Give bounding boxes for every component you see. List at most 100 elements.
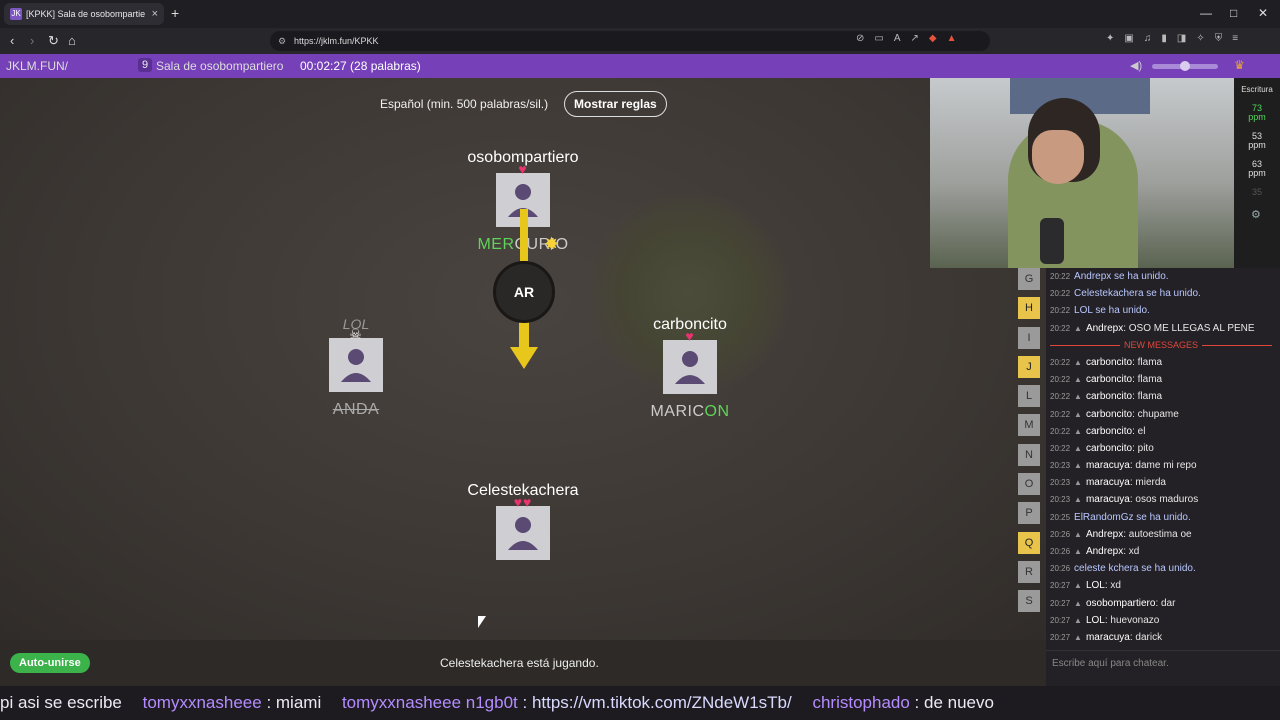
user-icon: ▲ bbox=[1074, 392, 1082, 402]
word-match: ON bbox=[704, 403, 730, 420]
chat-text: : darick bbox=[1129, 631, 1163, 643]
tab-close-icon[interactable]: × bbox=[152, 8, 158, 20]
chat-time: 20:22 bbox=[1050, 357, 1071, 367]
chat-message: 20:22 LOL se ha unido. bbox=[1050, 302, 1272, 319]
chat-message: 20:22 ▲ carboncito: flama bbox=[1050, 354, 1272, 371]
chat-time: 20:26 bbox=[1050, 529, 1071, 539]
chat-time: 20:22 bbox=[1050, 409, 1071, 419]
show-rules-button[interactable]: Mostrar reglas bbox=[564, 91, 667, 117]
music-icon[interactable]: ♫ bbox=[1144, 33, 1152, 44]
reload-icon[interactable]: ↻ bbox=[48, 33, 59, 49]
brave-rewards-icon[interactable]: ▲ bbox=[947, 33, 957, 44]
address-bar-row: ‹ › ↻ ⌂ ⚙ https://jklm.fun/KPKK bbox=[0, 28, 1280, 54]
chat-text: : dar bbox=[1155, 597, 1176, 609]
chat-text: : flama bbox=[1132, 391, 1163, 403]
chat-text: : mierda bbox=[1129, 477, 1166, 489]
avatar: ☠ bbox=[329, 326, 383, 392]
player-slot: Celestekachera ♥♥ bbox=[443, 482, 603, 560]
sidebar-icon[interactable]: ▮ bbox=[1161, 33, 1167, 44]
chat-username[interactable]: carboncito bbox=[1086, 391, 1132, 402]
chat-username[interactable]: osobompartiero bbox=[1086, 598, 1155, 609]
user-icon: ▲ bbox=[1074, 375, 1082, 385]
chat-time: 20:22 bbox=[1050, 426, 1071, 436]
site-brand[interactable]: JKLM.FUN/ bbox=[6, 59, 68, 73]
chat-username[interactable]: maracuya bbox=[1086, 460, 1130, 471]
chat-time: 20:22 bbox=[1050, 443, 1071, 453]
crown-icon[interactable]: ♛ bbox=[1234, 58, 1245, 72]
chat-username[interactable]: carboncito bbox=[1086, 426, 1132, 437]
chat-text: : xd bbox=[1104, 580, 1121, 592]
chat-username[interactable]: Andrepx bbox=[1086, 546, 1123, 557]
chat-text: : huevonazo bbox=[1104, 614, 1160, 626]
chat-username[interactable]: carboncito bbox=[1086, 443, 1132, 454]
wpm-number: 35 bbox=[1251, 187, 1262, 197]
browser-tab[interactable]: JK [KPKK] Sala de osobompartie × bbox=[4, 3, 164, 25]
window-close-icon[interactable]: ✕ bbox=[1258, 6, 1268, 20]
user-icon: ▲ bbox=[1074, 547, 1082, 556]
chat-username[interactable]: carboncito bbox=[1086, 409, 1132, 420]
back-icon[interactable]: ‹ bbox=[10, 33, 14, 48]
mute-icon[interactable]: ⊘ bbox=[856, 33, 864, 44]
volume-slider[interactable] bbox=[1152, 61, 1218, 71]
chat-username[interactable]: maracuya bbox=[1086, 477, 1130, 488]
word-rest: MARIC bbox=[650, 403, 705, 420]
wpm-value: 73 ppm bbox=[1234, 104, 1280, 122]
site-info-icon[interactable]: ⚙ bbox=[278, 31, 286, 51]
chat-username[interactable]: LOL bbox=[1086, 615, 1105, 626]
maximize-icon[interactable]: □ bbox=[1230, 6, 1237, 20]
media-icon[interactable]: ◨ bbox=[1177, 33, 1186, 44]
chat-message: 20:22 ▲ Andrepx: OSO ME LLEGAS AL PENE bbox=[1050, 320, 1272, 337]
chat-username[interactable]: carboncito bbox=[1086, 357, 1132, 368]
browser-tabbar: JK [KPKK] Sala de osobompartie × + — □ ✕ bbox=[0, 0, 1280, 28]
leo-icon[interactable]: ✧ bbox=[1196, 33, 1204, 44]
url-text: https://jklm.fun/KPKK bbox=[294, 36, 379, 46]
player-slot: LOL ☠ ANDA bbox=[316, 316, 396, 419]
user-icon: ▲ bbox=[1074, 478, 1082, 488]
forward-icon[interactable]: › bbox=[30, 33, 34, 48]
chat-message: 20:22 Celestekachera se ha unido. bbox=[1050, 285, 1272, 302]
ticker-username: tomyxxnasheee bbox=[341, 693, 462, 712]
avatar-silhouette-icon bbox=[508, 517, 538, 550]
chat-username[interactable]: maracuya bbox=[1086, 632, 1130, 643]
stream-chat-ticker: pi asi se escribe tomyxxnasheee : miami … bbox=[0, 686, 1280, 720]
volume-knob[interactable] bbox=[1180, 61, 1190, 71]
language-label: Español (min. 500 palabras/sil.) bbox=[380, 97, 549, 111]
chat-username[interactable]: LOL bbox=[1086, 580, 1105, 591]
settings-gear-icon[interactable]: ⚙ bbox=[1251, 208, 1261, 221]
translate-icon[interactable]: A bbox=[894, 33, 901, 44]
chat-text: : dame mi repo bbox=[1129, 460, 1197, 472]
chat-time: 20:23 bbox=[1050, 495, 1071, 505]
minimize-icon[interactable]: — bbox=[1200, 6, 1212, 20]
brave-shield-icon[interactable]: ◆ bbox=[929, 33, 937, 44]
wallet-icon[interactable]: ▣ bbox=[1124, 33, 1133, 44]
chat-text: Celestekachera se ha unido. bbox=[1074, 288, 1201, 300]
home-icon[interactable]: ⌂ bbox=[68, 33, 76, 48]
menu-icon[interactable]: ≡ bbox=[1232, 33, 1238, 44]
bonus-letter: G bbox=[1018, 268, 1040, 290]
chat-time: 20:23 bbox=[1050, 461, 1071, 471]
share-icon[interactable]: ↗ bbox=[911, 33, 919, 44]
chat-username[interactable]: maracuya bbox=[1086, 494, 1130, 505]
volume-icon[interactable]: ◀) bbox=[1130, 59, 1142, 72]
chat-text: : OSO ME LLEGAS AL PENE bbox=[1123, 322, 1255, 334]
chat-username[interactable]: Andrepx bbox=[1086, 529, 1123, 540]
wpm-value: 53 ppm bbox=[1234, 132, 1280, 150]
chat-text: : osos maduros bbox=[1129, 494, 1199, 506]
ticker-text: : miami bbox=[266, 693, 322, 712]
chat-text: Andrepx se ha unido. bbox=[1074, 271, 1169, 282]
chat-text: : flama bbox=[1132, 374, 1163, 386]
new-tab-button[interactable]: + bbox=[171, 5, 179, 21]
auto-join-button[interactable]: Auto-unirse bbox=[10, 653, 90, 673]
chat-text: : pito bbox=[1132, 442, 1154, 454]
avatar: ♥ bbox=[663, 328, 717, 394]
bonus-letter: Q bbox=[1018, 531, 1040, 554]
chat-username[interactable]: carboncito bbox=[1086, 374, 1132, 385]
bonus-letter: L bbox=[1018, 385, 1040, 408]
chat-time: 20:27 bbox=[1050, 598, 1071, 608]
vpn-icon[interactable]: ⛨ bbox=[1215, 33, 1223, 44]
bonus-letter: M bbox=[1018, 414, 1040, 437]
chat-username[interactable]: Andrepx bbox=[1086, 323, 1123, 334]
picture-in-picture-icon[interactable]: ▭ bbox=[874, 33, 883, 44]
chat-input[interactable]: Escribe aquí para chatear. bbox=[1046, 650, 1280, 676]
extensions-icon[interactable]: ✦ bbox=[1106, 33, 1114, 44]
